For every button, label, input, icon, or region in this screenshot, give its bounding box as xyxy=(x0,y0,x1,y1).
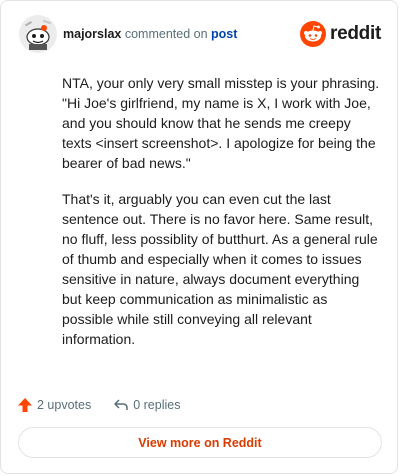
reddit-snoo-icon xyxy=(300,21,327,47)
upvote-count: 2 upvotes xyxy=(37,398,92,412)
comment-paragraph: NTA, your only very small misstep is you… xyxy=(62,75,380,171)
reply-button[interactable]: 0 replies xyxy=(113,397,180,413)
comment-meta: majorslax commented on post xyxy=(63,27,237,41)
post-link[interactable]: post xyxy=(211,27,237,41)
embedded-comment-card: majorslax commented on post reddit NTA, … xyxy=(0,0,398,474)
reply-count: 0 replies xyxy=(133,398,181,412)
reddit-logo[interactable]: reddit xyxy=(300,21,381,47)
upvote-button[interactable]: 2 upvotes xyxy=(17,397,91,413)
comment-header: majorslax commented on post reddit xyxy=(19,15,383,55)
upvote-arrow-icon xyxy=(18,398,32,412)
username-link[interactable]: majorslax xyxy=(63,27,121,41)
comment-paragraph: That's it, arguably you can even cut the… xyxy=(62,191,378,347)
reddit-wordmark: reddit xyxy=(330,23,381,44)
avatar[interactable] xyxy=(19,15,57,53)
snoo-avatar-icon xyxy=(19,15,57,53)
commented-on-text: commented on xyxy=(121,27,212,41)
view-more-button[interactable]: View more on Reddit xyxy=(18,427,382,458)
comment-actions: 2 upvotes 0 replies xyxy=(17,394,202,416)
reply-arrow-icon xyxy=(114,399,128,410)
comment-body: NTA, your only very small misstep is you… xyxy=(62,73,382,365)
